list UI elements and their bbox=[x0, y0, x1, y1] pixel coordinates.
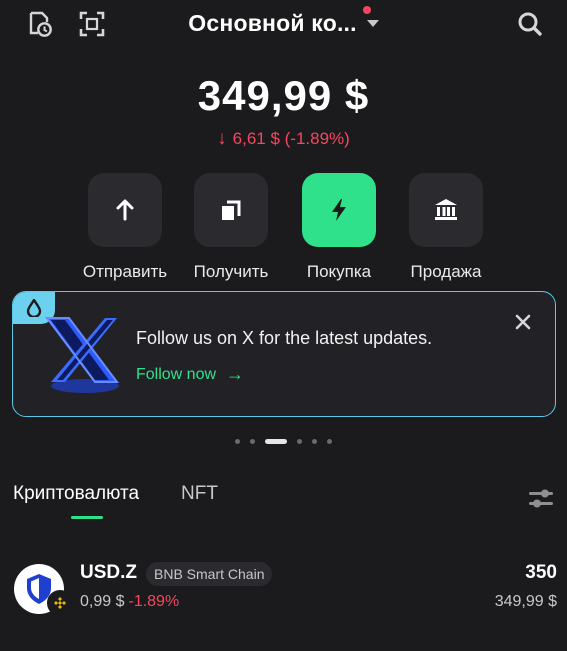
asset-row[interactable]: USD.Z BNB Smart Chain 0,99 $ -1.89% 350 3… bbox=[14, 560, 557, 618]
close-icon[interactable] bbox=[513, 312, 533, 332]
tab-nft-label: NFT bbox=[181, 483, 218, 504]
total-balance: 349,99 $ bbox=[197, 72, 370, 119]
copy-icon bbox=[222, 200, 241, 220]
tab-active-indicator bbox=[71, 516, 103, 519]
search-icon[interactable] bbox=[514, 8, 546, 40]
filter-icon[interactable] bbox=[527, 486, 555, 512]
balance-change-value: 6,61 $ (-1.89%) bbox=[232, 129, 350, 148]
x-logo-icon bbox=[35, 310, 125, 400]
asset-tabs: Криптовалюта NFT bbox=[13, 483, 218, 505]
send-action[interactable]: Отправить bbox=[70, 173, 180, 282]
buy-button[interactable] bbox=[302, 173, 376, 247]
pager-dot[interactable] bbox=[250, 439, 255, 444]
buy-action[interactable]: Покупка bbox=[284, 173, 394, 282]
asset-price-value: 0,99 $ bbox=[80, 593, 125, 610]
asset-chain-badge: BNB Smart Chain bbox=[146, 562, 273, 586]
asset-change: -1.89% bbox=[128, 593, 180, 610]
arrow-down-icon: ↓ bbox=[217, 128, 227, 149]
asset-price: 0,99 $ -1.89% bbox=[80, 593, 179, 611]
asset-value: 349,99 $ bbox=[494, 593, 557, 610]
balance-change: ↓ 6,61 $ (-1.89%) bbox=[0, 128, 567, 150]
sell-button[interactable] bbox=[409, 173, 483, 247]
arrow-up-icon bbox=[116, 199, 134, 221]
tab-crypto-label: Криптовалюта bbox=[13, 483, 140, 504]
notification-badge bbox=[362, 6, 371, 14]
asset-quantity: 350 bbox=[525, 562, 557, 583]
lightning-icon bbox=[332, 199, 346, 221]
buy-label: Покупка bbox=[306, 262, 372, 281]
promo-banner[interactable]: Follow us on X for the latest updates. F… bbox=[12, 291, 556, 417]
pager-dot[interactable] bbox=[312, 439, 317, 444]
asset-symbol: USD.Z bbox=[80, 562, 137, 583]
bank-icon bbox=[435, 199, 457, 220]
bnb-chain-icon bbox=[47, 590, 73, 616]
receive-button[interactable] bbox=[194, 173, 268, 247]
tab-crypto[interactable]: Криптовалюта bbox=[13, 483, 139, 505]
carousel-pager bbox=[0, 439, 567, 444]
receive-action[interactable]: Получить bbox=[176, 173, 286, 282]
sell-label: Продажа bbox=[410, 262, 482, 281]
pager-dot-active[interactable] bbox=[265, 439, 287, 444]
receive-label: Получить bbox=[193, 262, 269, 281]
arrow-right-icon: → bbox=[226, 364, 245, 384]
follow-now-link[interactable]: Follow now → bbox=[136, 364, 244, 385]
tab-nft[interactable]: NFT bbox=[181, 483, 218, 505]
follow-now-label: Follow now bbox=[136, 365, 217, 383]
pager-dot[interactable] bbox=[235, 439, 240, 444]
banner-text: Follow us on X for the latest updates. bbox=[136, 328, 433, 348]
send-button[interactable] bbox=[88, 173, 162, 247]
wallet-selector[interactable]: Основной ко... bbox=[0, 6, 567, 37]
sell-action[interactable]: Продажа bbox=[391, 173, 501, 282]
send-label: Отправить bbox=[82, 262, 168, 281]
wallet-name: Основной ко... bbox=[188, 10, 357, 36]
pager-dot[interactable] bbox=[297, 439, 302, 444]
chevron-down-icon bbox=[366, 20, 379, 27]
pager-dot[interactable] bbox=[327, 439, 332, 444]
